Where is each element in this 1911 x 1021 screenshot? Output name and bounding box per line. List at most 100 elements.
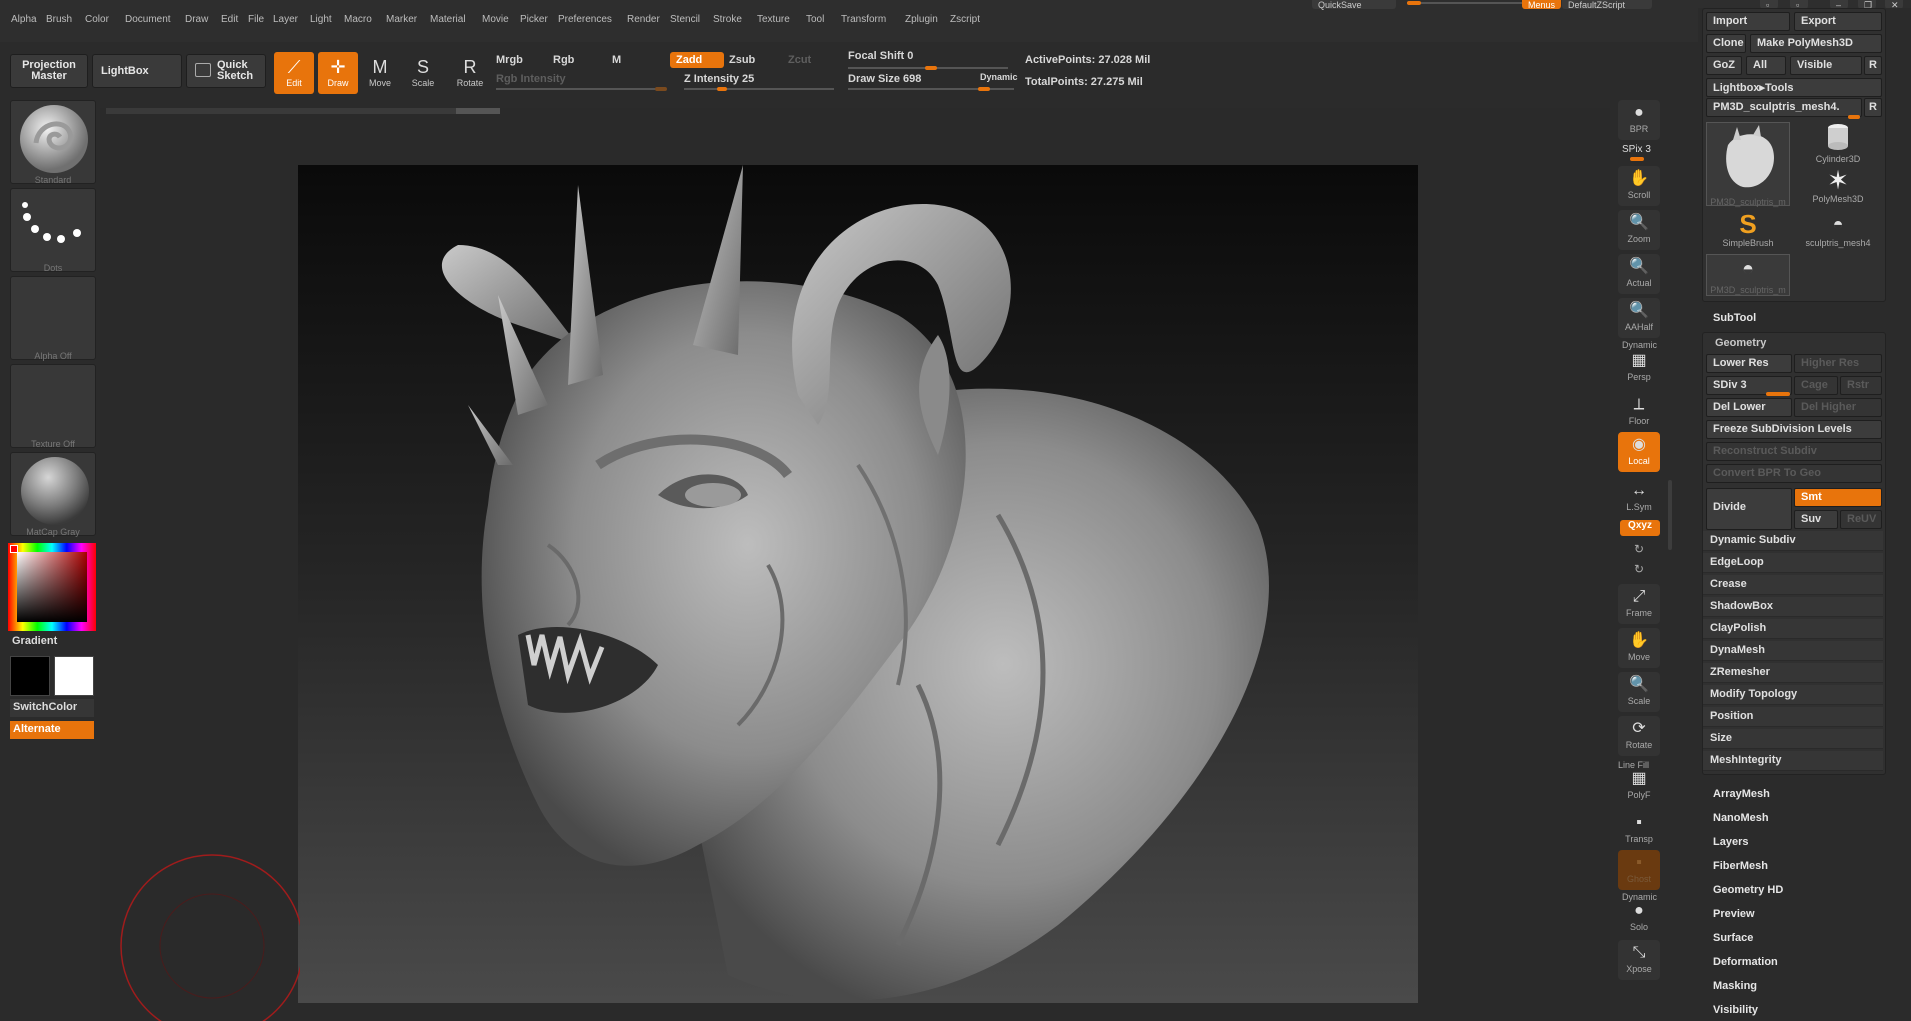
menu-material[interactable]: Material [430,14,466,25]
smt-toggle[interactable]: Smt [1794,488,1882,507]
draw-mode-button[interactable]: ✛ Draw [318,52,358,94]
move-mode-button[interactable]: M Move [360,52,400,94]
focal-shift-slider[interactable]: Focal Shift 0 [848,50,913,62]
tool-thumb-pm3d-2[interactable]: ◓ PM3D_sculptris_m [1706,254,1790,296]
alpha-thumbnail[interactable]: Alpha Off [10,276,96,361]
aahalf-button[interactable]: 🔍 AAHalf [1618,298,1660,338]
rstr-button[interactable]: Rstr [1840,376,1882,395]
tool-thumb-cylinder[interactable]: Cylinder3D [1796,122,1880,164]
zremesher-section[interactable]: ZRemesher [1703,663,1883,683]
arraymesh-header[interactable]: ArrayMesh [1713,788,1770,800]
ghost-button[interactable]: ▪ Ghost [1618,850,1660,890]
deformation-header[interactable]: Deformation [1713,956,1778,968]
current-tool-slider[interactable]: PM3D_sculptris_mesh4. [1706,98,1862,117]
freeze-subdivision-button[interactable]: Freeze SubDivision Levels [1706,420,1882,439]
nanomesh-header[interactable]: NanoMesh [1713,812,1769,824]
menu-stroke[interactable]: Stroke [713,14,742,25]
fibermesh-header[interactable]: FiberMesh [1713,860,1768,872]
del-higher-button[interactable]: Del Higher [1794,398,1882,417]
menus-button[interactable]: Menus [1522,0,1562,10]
shadowbox-section[interactable]: ShadowBox [1703,597,1883,617]
menu-texture[interactable]: Texture [757,14,790,25]
dynamic-toggle[interactable]: Dynamic [980,72,1018,82]
quicksave-button[interactable]: QuickSave [1312,0,1396,10]
rgb-toggle[interactable]: Rgb [553,54,574,66]
xpose-button[interactable]: ⤡ Xpose [1618,940,1660,980]
menu-stencil[interactable]: Stencil [670,14,700,25]
edgeloop-section[interactable]: EdgeLoop [1703,553,1883,573]
horizontal-scrollbar-thumb[interactable] [456,108,500,114]
dynamic-subdiv-section[interactable]: Dynamic Subdiv [1703,531,1883,551]
scale-mode-button[interactable]: S Scale [403,52,443,94]
del-lower-button[interactable]: Del Lower [1706,398,1792,417]
reuv-button[interactable]: ReUV [1840,510,1882,529]
transp-button[interactable]: ▪ Transp [1618,810,1660,850]
solo-button[interactable]: ● Solo [1618,898,1660,938]
menu-zplugin[interactable]: Zplugin [905,14,938,25]
menu-brush[interactable]: Brush [46,14,72,25]
all-button[interactable]: All [1746,56,1786,75]
menu-alpha[interactable]: Alpha [11,14,37,25]
document-canvas[interactable] [298,165,1418,1003]
sculpt-model[interactable] [298,165,1418,1003]
geometry-header[interactable]: Geometry [1715,337,1766,349]
edit-mode-button[interactable]: ⟋ Edit [274,52,314,94]
mrgb-toggle[interactable]: Mrgb [496,54,523,66]
position-section[interactable]: Position [1703,707,1883,727]
r-button[interactable]: R [1864,56,1882,75]
actual-button[interactable]: 🔍 Actual [1618,254,1660,294]
divide-button[interactable]: Divide [1706,488,1792,530]
crease-section[interactable]: Crease [1703,575,1883,595]
stroke-thumbnail[interactable]: Dots [10,188,96,273]
goz-button[interactable]: GoZ [1706,56,1742,75]
rotate-mode-button[interactable]: R Rotate [450,52,490,94]
ui-opacity-slider[interactable] [1407,1,1527,5]
menu-render[interactable]: Render [627,14,660,25]
import-button[interactable]: Import [1706,12,1790,31]
draw-size-slider[interactable]: Draw Size 698 [848,73,921,85]
menu-preferences[interactable]: Preferences [558,14,612,25]
move-view-button[interactable]: ✋ Move [1618,628,1660,668]
tool-thumb-polymesh[interactable]: ✶ PolyMesh3D [1796,166,1880,208]
scroll-button[interactable]: ✋ Scroll [1618,166,1660,206]
bpr-button[interactable]: ● BPR [1618,100,1660,140]
rotate-view-button[interactable]: ⟳ Rotate [1618,716,1660,756]
convert-bpr-button[interactable]: Convert BPR To Geo [1706,464,1882,483]
lower-res-button[interactable]: Lower Res [1706,354,1792,373]
menu-light[interactable]: Light [310,14,332,25]
main-color-swatch[interactable] [10,656,50,696]
menu-zscript[interactable]: Zscript [950,14,980,25]
tool-thumb-sculptris[interactable]: ◓ sculptris_mesh4 [1796,210,1880,252]
zscript-button[interactable]: DefaultZScript [1562,0,1652,10]
rgb-intensity-slider[interactable]: Rgb Intensity [496,73,566,85]
zsub-button[interactable]: Zsub [729,54,755,66]
local-button[interactable]: ◉ Local [1618,432,1660,472]
layers-header[interactable]: Layers [1713,836,1748,848]
lsym-button[interactable]: ↔ L.Sym [1618,478,1660,518]
menu-file[interactable]: File [248,14,264,25]
lightbox-button[interactable]: LightBox [92,54,182,88]
menu-tool[interactable]: Tool [806,14,824,25]
menu-macro[interactable]: Macro [344,14,372,25]
menu-picker[interactable]: Picker [520,14,548,25]
xyz-button[interactable]: Qxyz [1620,520,1660,536]
z-intensity-slider[interactable]: Z Intensity 25 [684,73,754,85]
material-thumbnail[interactable]: MatCap Gray [10,452,96,537]
lightbox-tools-button[interactable]: Lightbox▸Tools [1706,78,1882,97]
color-picker[interactable] [8,543,96,631]
reconstruct-subdiv-button[interactable]: Reconstruct Subdiv [1706,442,1882,461]
menu-movie[interactable]: Movie [482,14,509,25]
modify-topology-section[interactable]: Modify Topology [1703,685,1883,705]
size-section[interactable]: Size [1703,729,1883,749]
tool-thumb-pm3d[interactable]: PM3D_sculptris_m [1706,122,1790,207]
geometry-hd-header[interactable]: Geometry HD [1713,884,1783,896]
rotate-z-icon[interactable]: ↻ [1634,562,1644,576]
floor-button[interactable]: ⟂ Floor [1618,392,1660,432]
tool-r-button[interactable]: R [1864,98,1882,117]
switch-color-button[interactable]: SwitchColor [10,699,94,717]
make-polymesh-button[interactable]: Make PolyMesh3D [1750,34,1882,53]
masking-header[interactable]: Masking [1713,980,1757,992]
export-button[interactable]: Export [1794,12,1882,31]
cage-button[interactable]: Cage [1794,376,1838,395]
color-picker-square[interactable] [17,552,87,622]
